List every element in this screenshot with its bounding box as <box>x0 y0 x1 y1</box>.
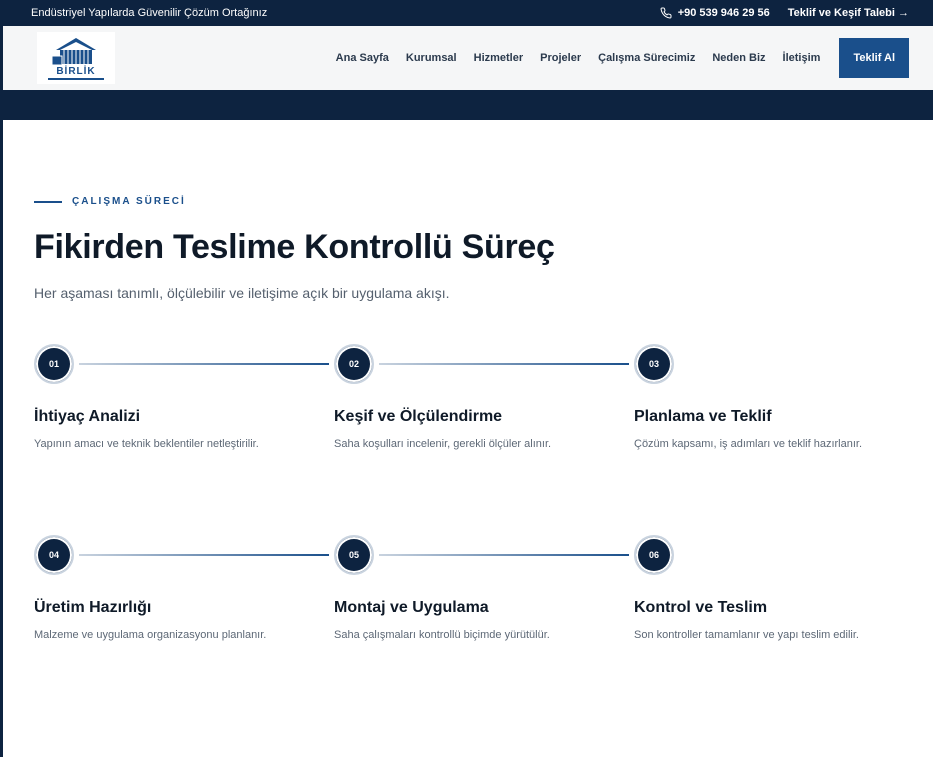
step-connector <box>379 554 629 556</box>
step-number-badge: 03 <box>634 344 674 384</box>
step-connector <box>79 554 329 556</box>
main-navbar: BİRLİK Ana Sayfa Kurumsal Hizmetler Proj… <box>0 26 933 90</box>
site-logo[interactable]: BİRLİK <box>37 32 115 84</box>
logo-underline <box>48 78 104 80</box>
eyebrow-line <box>34 200 62 203</box>
step-number-badge: 01 <box>34 344 74 384</box>
nav-item-neden-biz[interactable]: Neden Biz <box>712 52 765 64</box>
logo-text: BİRLİK <box>56 66 96 77</box>
nav-item-hizmetler[interactable]: Hizmetler <box>474 52 524 64</box>
step-description: Saha çalışmaları kontrollü biçimde yürüt… <box>334 629 550 641</box>
step-number-badge: 05 <box>334 535 374 575</box>
step-connector <box>379 363 629 365</box>
section-eyebrow: ÇALIŞMA SÜRECİ <box>34 196 186 207</box>
section-title: Fikirden Teslime Kontrollü Süreç <box>34 228 555 266</box>
step-title: Keşif ve Ölçülendirme <box>334 408 503 425</box>
step-description: Çözüm kapsamı, iş adımları ve teklif haz… <box>634 438 863 450</box>
step-title: Planlama ve Teklif <box>634 408 772 425</box>
step-description: Yapının amacı ve teknik beklentiler netl… <box>34 438 259 450</box>
top-bar-right: +90 539 946 29 56 Teklif ve Keşif Talebi… <box>660 7 909 19</box>
step-connector <box>79 363 329 365</box>
logo-building-icon <box>51 38 96 66</box>
top-bar: Endüstriyel Yapılarda Güvenilir Çözüm Or… <box>0 0 933 26</box>
step-description: Saha koşulları incelenir, gerekli ölçüle… <box>334 438 552 450</box>
phone-link[interactable]: +90 539 946 29 56 <box>660 7 770 19</box>
get-quote-button[interactable]: Teklif Al <box>839 38 909 78</box>
process-section: ÇALIŞMA SÜRECİ Fikirden Teslime Kontroll… <box>0 120 933 757</box>
step-title: Üretim Hazırlığı <box>34 599 152 616</box>
nav-item-calisma-surecimiz[interactable]: Çalışma Sürecimiz <box>598 52 695 64</box>
nav-item-ana-sayfa[interactable]: Ana Sayfa <box>336 52 389 64</box>
step-number-badge: 04 <box>34 535 74 575</box>
step-number-badge: 02 <box>334 344 374 384</box>
hero-band <box>0 90 933 120</box>
step-number-badge: 06 <box>634 535 674 575</box>
tagline: Endüstriyel Yapılarda Güvenilir Çözüm Or… <box>31 7 268 19</box>
nav-item-projeler[interactable]: Projeler <box>540 52 581 64</box>
step-title: İhtiyaç Analizi <box>34 408 141 425</box>
eyebrow-label: ÇALIŞMA SÜRECİ <box>72 196 186 207</box>
quote-request-link[interactable]: Teklif ve Keşif Talebi → <box>788 7 909 19</box>
step-title: Montaj ve Uygulama <box>334 599 489 616</box>
section-subtitle: Her aşaması tanımlı, ölçülebilir ve ilet… <box>34 285 450 301</box>
step-description: Malzeme ve uygulama organizasyonu planla… <box>34 629 267 641</box>
nav-item-iletisim[interactable]: İletişim <box>783 52 821 64</box>
phone-number: +90 539 946 29 56 <box>677 7 770 19</box>
step-title: Kontrol ve Teslim <box>634 599 768 616</box>
nav-item-kurumsal[interactable]: Kurumsal <box>406 52 457 64</box>
step-description: Son kontroller tamamlanır ve yapı teslim… <box>634 629 859 641</box>
phone-icon <box>660 7 672 19</box>
nav-menu: Ana Sayfa Kurumsal Hizmetler Projeler Ça… <box>336 38 909 78</box>
